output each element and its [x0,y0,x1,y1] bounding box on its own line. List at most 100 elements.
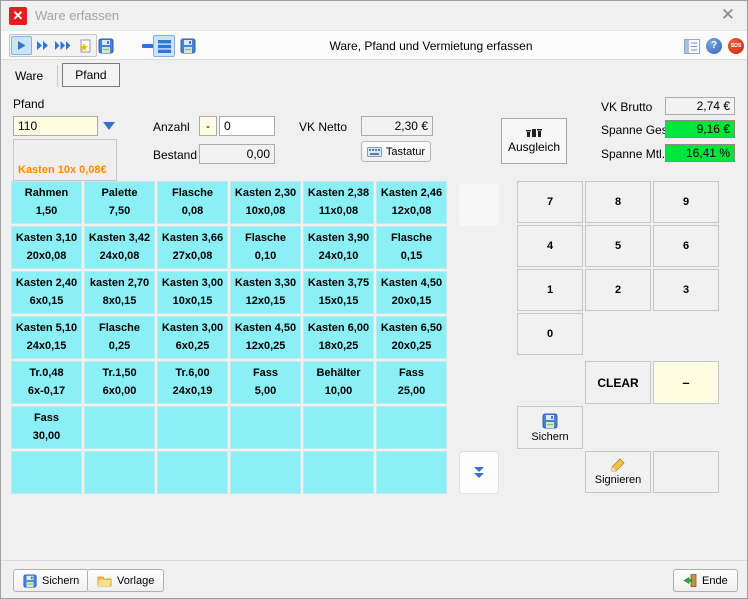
pfand-item-button[interactable]: Fass25,00 [376,361,447,404]
pfand-item-button[interactable]: Kasten 3,0010x0,15 [157,271,228,314]
pfand-item-label: 6x0,15 [30,293,64,310]
keypad-key-4[interactable]: 4 [517,225,583,267]
keypad-key-7[interactable]: 7 [517,181,583,223]
pfand-item-button[interactable]: Flasche0,25 [84,316,155,359]
tab-pfand[interactable]: Pfand [62,63,119,87]
grid-scroll-up-button[interactable] [459,184,499,226]
close-icon[interactable]: ✕ [721,5,735,25]
keypad-minus-button[interactable]: – [653,361,719,404]
pfand-item-label: Kasten 4,50 [235,320,296,337]
pfand-item-label: 24x0,19 [173,383,213,400]
keypad-key-6[interactable]: 6 [653,225,719,267]
spanne-mtl-field: 16,41 % [665,144,735,162]
pfand-item-button[interactable]: Tr.0,486x-0,17 [11,361,82,404]
pfand-item-button[interactable]: Flasche0,10 [230,226,301,269]
pfand-item-button[interactable]: Kasten 3,6627x0,08 [157,226,228,269]
pfand-item-button[interactable]: Kasten 3,006x0,25 [157,316,228,359]
pfand-item-button[interactable]: Tr.1,506x0,00 [84,361,155,404]
pfand-item-button[interactable]: Kasten 3,3012x0,15 [230,271,301,314]
notes-button[interactable] [681,35,703,57]
balance-icon [526,128,542,137]
clear-button[interactable]: CLEAR [585,361,651,404]
pfand-item-button[interactable]: Rahmen1,50 [11,181,82,224]
pfand-item-button[interactable]: Kasten 2,3811x0,08 [303,181,374,224]
pfand-item-button[interactable]: Palette7,50 [84,181,155,224]
vorlage-button[interactable]: Vorlage [87,569,164,592]
pfand-item-label: 1,50 [36,203,57,220]
pfand-item-button[interactable]: Kasten 3,9024x0,10 [303,226,374,269]
keypad-key-2[interactable]: 2 [585,269,651,311]
pfand-item-button[interactable]: Kasten 2,4612x0,08 [376,181,447,224]
pfand-item-label: 25,00 [398,383,426,400]
empty-panel-button[interactable] [653,451,719,493]
pfand-item-button[interactable]: Kasten 5,1024x0,15 [11,316,82,359]
pfand-item-button[interactable]: Kasten 3,4224x0,08 [84,226,155,269]
pfand-item-button[interactable]: Kasten 4,5012x0,25 [230,316,301,359]
pfand-item-label: Kasten 3,66 [162,230,223,247]
pfand-item-button[interactable]: Kasten 3,1020x0,08 [11,226,82,269]
pfand-item-label: 18x0,25 [319,338,359,355]
sichern-panel-button[interactable]: Sichern [517,406,583,449]
pfand-item-button[interactable]: Kasten 2,406x0,15 [11,271,82,314]
pfand-number-input[interactable]: 110 [13,116,98,136]
pfand-item-button[interactable]: Kasten 2,3010x0,08 [230,181,301,224]
anzahl-minus-button[interactable]: - [199,116,217,136]
grid-scroll-down-button[interactable] [459,451,499,494]
pfand-item-label: 30,00 [33,428,61,445]
keypad-key-3[interactable]: 3 [653,269,719,311]
pfand-item-label: Tr.1,50 [102,365,136,382]
ausgleich-button[interactable]: Ausgleich [501,118,567,164]
save-toolbar-button[interactable] [95,35,117,57]
keypad-key-1[interactable]: 1 [517,269,583,311]
pfand-item-label: 10,00 [325,383,353,400]
ende-button[interactable]: Ende [673,569,738,592]
pfand-item-button[interactable]: Flasche0,08 [157,181,228,224]
keypad-key-8[interactable]: 8 [585,181,651,223]
spanne-ges-label: Spanne Ges. [601,123,671,137]
tastatur-button[interactable]: Tastatur [361,141,431,162]
floppy-icon [23,574,37,588]
pfand-item-label: Flasche [99,320,140,337]
pfand-label: Pfand [13,97,44,111]
pfand-item-label: Kasten 6,50 [381,320,442,337]
toolbar-caption: Ware, Pfand und Vermietung erfassen [291,39,571,53]
pfand-item-label: Flasche [172,185,213,202]
pfand-item-button[interactable]: Kasten 4,5020x0,15 [376,271,447,314]
play-icon[interactable] [11,36,32,55]
keypad-key-9[interactable]: 9 [653,181,719,223]
pfand-item-button[interactable]: Kasten 3,7515x0,15 [303,271,374,314]
pfand-item-button[interactable]: Kasten 6,0018x0,25 [303,316,374,359]
tab-strip: Ware Pfand [5,63,120,87]
fast-forward-icon[interactable] [32,36,53,55]
vk-netto-field: 2,30 € [361,116,433,136]
pfand-item-label: 5,00 [255,383,276,400]
pfand-item-button[interactable]: Tr.6,0024x0,19 [157,361,228,404]
pfand-item-label: Flasche [245,230,286,247]
anzahl-input[interactable]: 0 [219,116,275,136]
new-favorite-icon[interactable]: ★ [74,36,95,55]
pfand-item-button [376,406,447,449]
sos-button[interactable]: SOS [725,35,747,57]
skip-forward-icon[interactable] [53,36,74,55]
save-list-button[interactable] [177,35,199,57]
pfand-item-button[interactable]: Flasche0,15 [376,226,447,269]
pfand-item-button[interactable]: Kasten 6,5020x0,25 [376,316,447,359]
pfand-item-label: Behälter [316,365,360,382]
footer-sichern-button[interactable]: Sichern [13,569,89,592]
pfand-item-button[interactable]: Behälter10,00 [303,361,374,404]
keypad-key-0[interactable]: 0 [517,313,583,355]
signieren-button[interactable]: Signieren [585,451,651,493]
list-view-button[interactable] [153,35,175,57]
pfand-item-button[interactable]: Fass30,00 [11,406,82,449]
pfand-item-button[interactable]: Fass5,00 [230,361,301,404]
pfand-item-button [157,406,228,449]
record-nav-group: ★ [9,34,97,57]
tab-ware[interactable]: Ware [5,65,58,87]
pfand-item-button [11,451,82,494]
help-button[interactable]: ? [703,35,725,57]
pfand-dropdown-button[interactable] [99,118,119,134]
pfand-item-label: Flasche [391,230,432,247]
pfand-item-label: Palette [101,185,137,202]
pfand-item-button[interactable]: kasten 2,708x0,15 [84,271,155,314]
keypad-key-5[interactable]: 5 [585,225,651,267]
